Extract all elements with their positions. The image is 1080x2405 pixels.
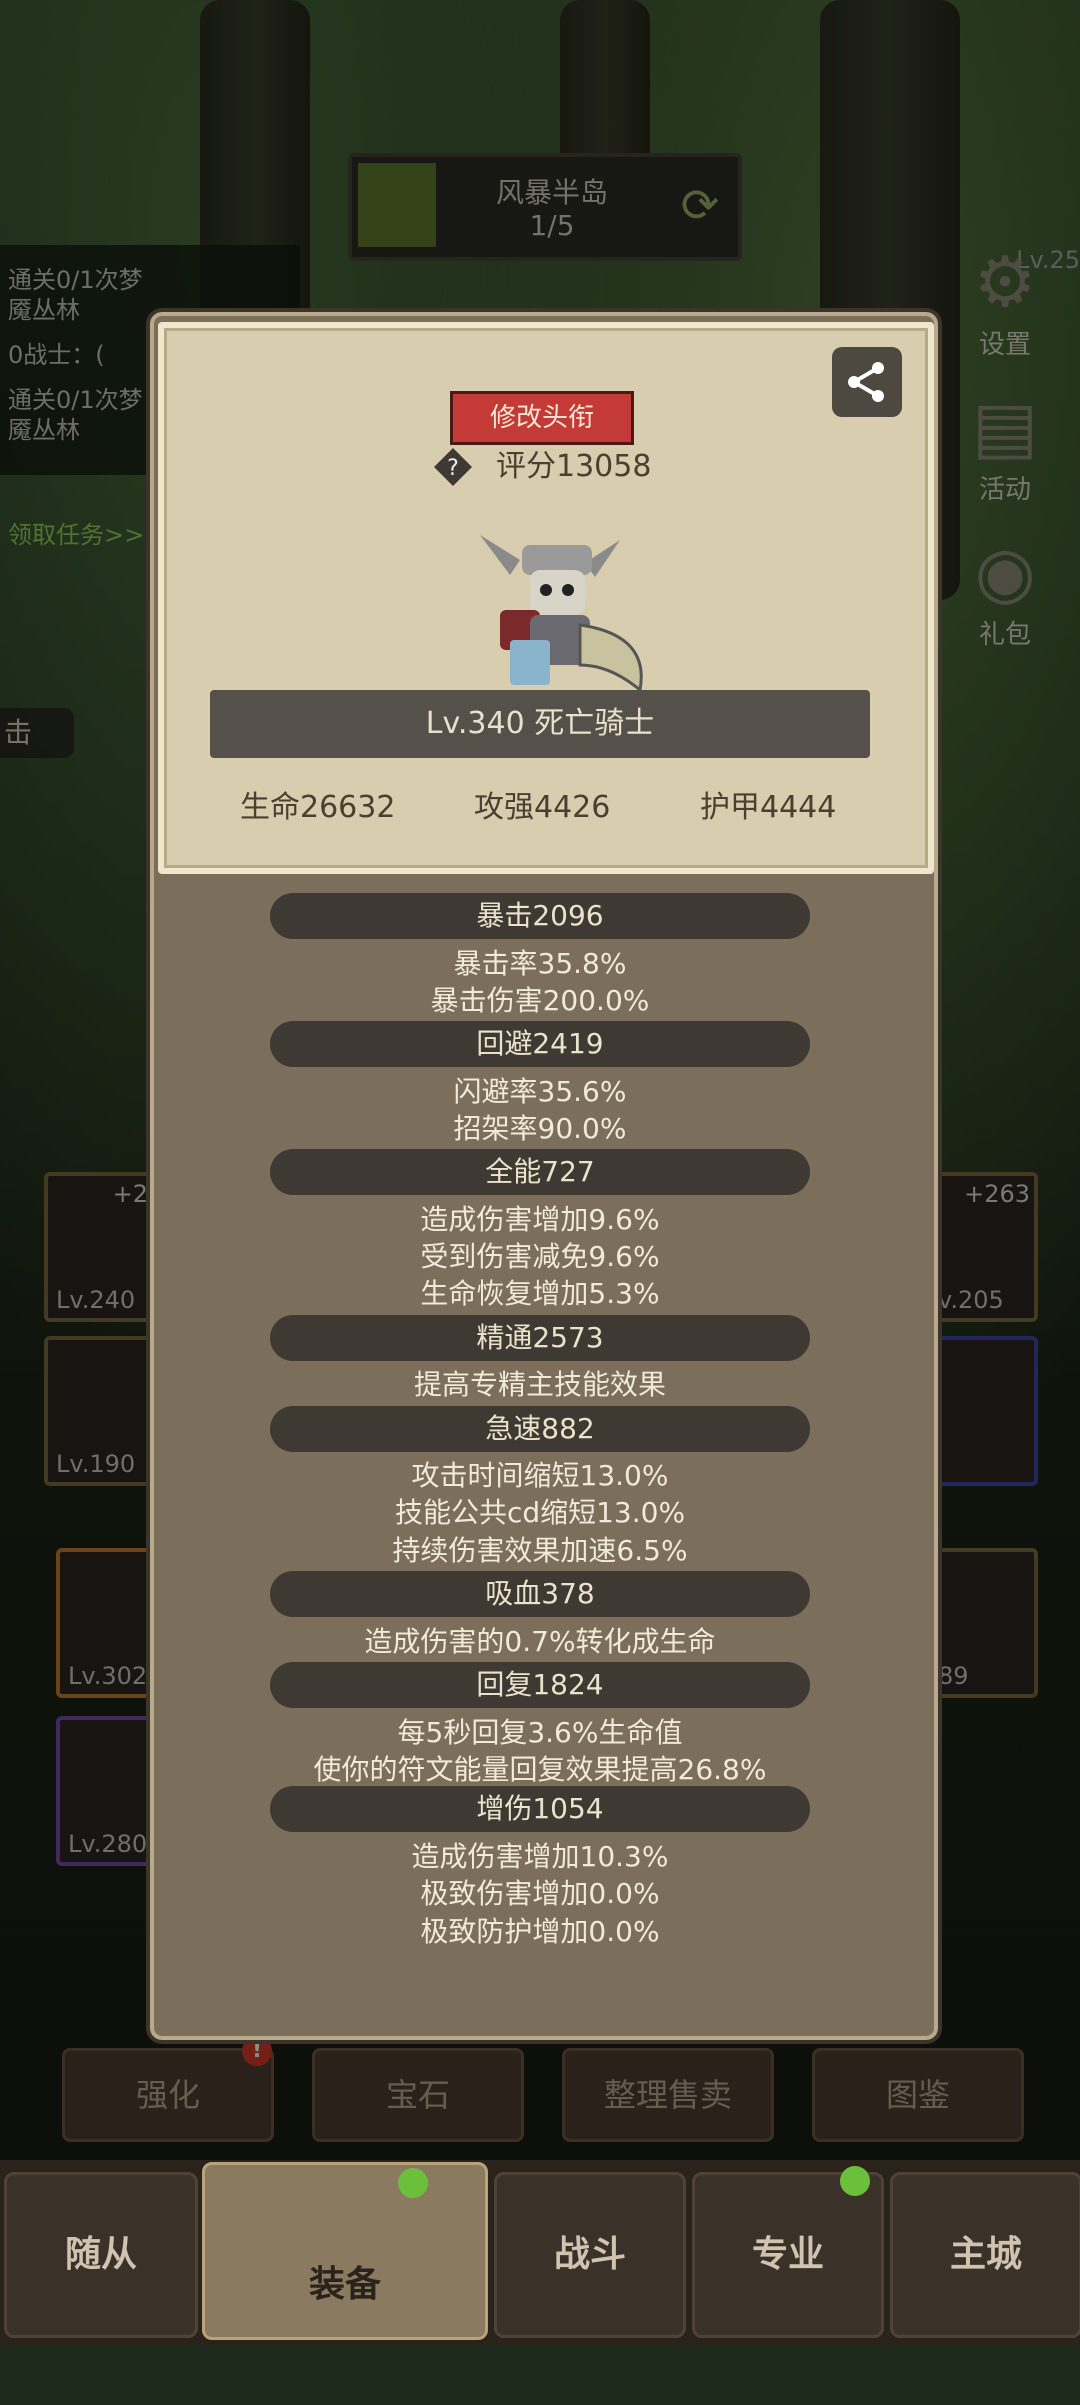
stat-group-header: 精通2573 (270, 1315, 810, 1361)
share-button[interactable] (832, 347, 902, 417)
attack-stat: 攻强4426 (474, 790, 611, 825)
nav-main-city[interactable]: 主城 (890, 2172, 1080, 2338)
stat-line: 每5秒回复3.6%生命值 (397, 1716, 683, 1749)
stat-line: 造成伤害增加10.3% (411, 1840, 669, 1873)
hp-stat: 生命26632 (240, 790, 396, 825)
death-knight-avatar (480, 535, 643, 693)
stat-line: 招架率90.0% (453, 1112, 627, 1145)
nav-equipment[interactable]: 装备 (202, 2162, 488, 2340)
stat-line: 闪避率35.6% (453, 1075, 627, 1108)
armor-stat: 护甲4444 (700, 790, 837, 825)
stat-group-header: 全能727 (270, 1149, 810, 1195)
stat-line: 攻击时间缩短13.0% (411, 1459, 669, 1492)
stat-group-header: 回复1824 (270, 1662, 810, 1708)
stat-line: 使你的符文能量回复效果提高26.8% (313, 1753, 767, 1786)
stat-line: 暴击伤害200.0% (430, 984, 650, 1017)
stat-line: 造成伤害的0.7%转化成生命 (364, 1625, 716, 1658)
stat-line: 极致防护增加0.0% (420, 1915, 660, 1948)
help-icon[interactable]: ? (432, 446, 474, 488)
nav-followers[interactable]: 随从 (4, 2172, 198, 2338)
notification-badge (840, 2166, 870, 2196)
stat-line: 持续伤害效果加速6.5% (392, 1534, 688, 1567)
stat-line: 极致伤害增加0.0% (420, 1877, 660, 1910)
stat-line: 技能公共cd缩短13.0% (394, 1496, 686, 1529)
notification-badge (398, 2168, 428, 2198)
rename-title-button[interactable]: 修改头衔 (450, 391, 634, 445)
stat-line: 提高专精主技能效果 (413, 1368, 666, 1401)
hero-name-bar: Lv.340 死亡骑士 (210, 690, 870, 758)
svg-text:?: ? (447, 456, 459, 481)
nav-profession[interactable]: 专业 (692, 2172, 884, 2338)
stat-line: 暴击率35.8% (453, 947, 627, 980)
stat-line: 生命恢复增加5.3% (420, 1277, 660, 1310)
share-icon (848, 362, 884, 402)
nav-battle[interactable]: 战斗 (494, 2172, 686, 2338)
stat-group-header: 吸血378 (270, 1571, 810, 1617)
stat-group-header: 急速882 (270, 1406, 810, 1452)
stat-group-header: 增伤1054 (270, 1786, 810, 1832)
stat-line: 受到伤害减免9.6% (420, 1240, 660, 1273)
stat-group-header: 回避2419 (270, 1021, 810, 1067)
stat-line: 造成伤害增加9.6% (420, 1203, 660, 1236)
stat-group-header: 暴击2096 (270, 893, 810, 939)
score-label: 评分13058 (496, 449, 652, 484)
